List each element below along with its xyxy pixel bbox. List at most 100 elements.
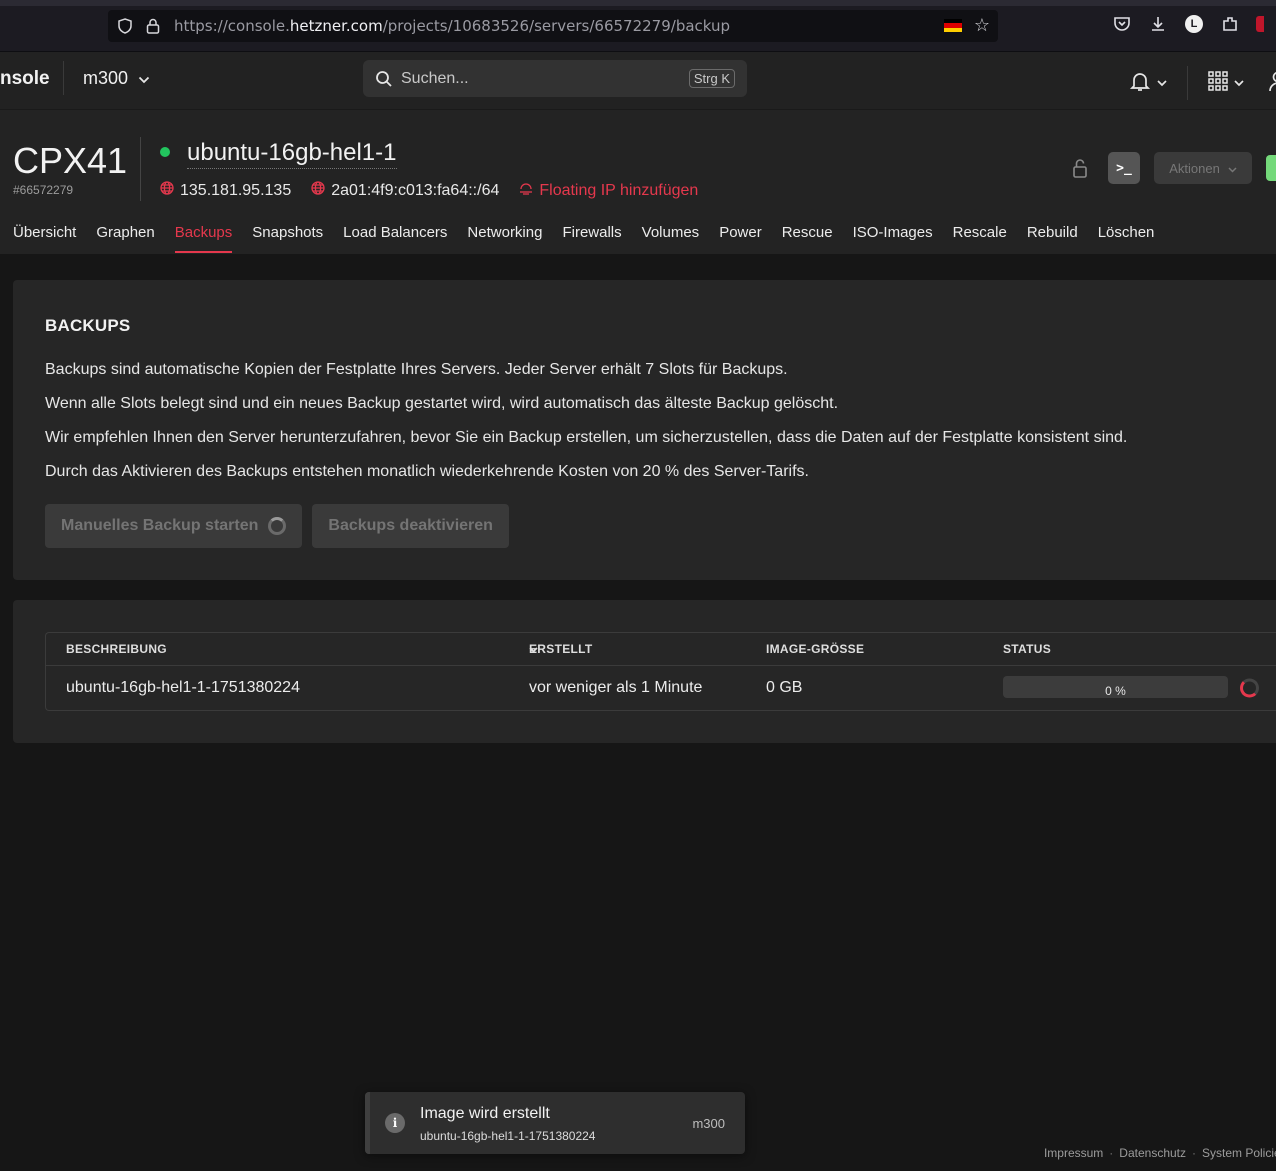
backup-description: ubuntu-16gb-hel1-1-1751380224 [66, 679, 300, 696]
footer-links: Impressum · Datenschutz · System Policie… [1044, 1146, 1276, 1160]
backup-size: 0 GB [766, 679, 803, 696]
console-logo[interactable]: nsole [0, 68, 50, 90]
extensions-icon[interactable] [1220, 14, 1240, 34]
search-shortcut-hint: Strg K [688, 69, 735, 88]
column-header-status: STATUS [1003, 642, 1052, 656]
tab-graphs[interactable]: Graphen [96, 224, 154, 254]
actions-dropdown[interactable]: Aktionen [1154, 152, 1252, 184]
address-bar[interactable]: https://console.hetzner.com/projects/106… [108, 10, 998, 42]
project-switcher[interactable]: m300 [83, 68, 150, 89]
search-icon [375, 70, 393, 88]
sort-chevron-down-icon [529, 642, 538, 656]
chevron-down-icon [1234, 74, 1244, 92]
bell-icon [1129, 70, 1151, 97]
tab-backups[interactable]: Backups [174, 224, 232, 254]
browser-toolbar: https://console.hetzner.com/projects/106… [0, 0, 1276, 52]
server-header: CPX41 #66572279 ubuntu-16gb-hel1-1 135.1… [0, 110, 1276, 254]
tab-rescue[interactable]: Rescue [782, 224, 833, 254]
header-divider [63, 61, 64, 95]
backup-progress-label: 0 % [1105, 684, 1126, 698]
start-manual-backup-label: Manuelles Backup starten [61, 517, 259, 534]
toast-subtitle: ubuntu-16gb-hel1-1-1751380224 [420, 1129, 596, 1143]
server-type: CPX41 [13, 140, 128, 181]
chevron-down-icon [138, 68, 150, 89]
extension-shield-icon[interactable] [1256, 14, 1264, 34]
tab-overview[interactable]: Übersicht [13, 224, 76, 254]
console-button[interactable]: >_ [1108, 152, 1140, 184]
tab-networking[interactable]: Networking [467, 224, 542, 254]
pocket-icon[interactable] [1112, 14, 1132, 34]
header-divider [1187, 66, 1188, 100]
backups-description-line: Wenn alle Slots belegt sind und ein neue… [45, 395, 839, 412]
backup-created: vor weniger als 1 Minute [529, 679, 703, 696]
server-tabs: Übersicht Graphen Backups Snapshots Load… [13, 224, 1154, 254]
tab-rebuild[interactable]: Rebuild [1027, 224, 1078, 254]
backups-description-line: Backups sind automatische Kopien der Fes… [45, 361, 788, 378]
backups-description-line: Wir empfehlen Ihnen den Server herunterz… [45, 429, 1128, 446]
backup-progress-bar: 0 % [1003, 676, 1228, 698]
backups-table-panel: BESCHREIBUNG ERSTELLT IMAGE-GRÖSSE STATU… [13, 600, 1276, 743]
lock-icon[interactable] [1066, 152, 1094, 184]
tab-iso-images[interactable]: ISO-Images [853, 224, 933, 254]
column-header-image-size[interactable]: IMAGE-GRÖSSE [766, 642, 864, 656]
add-floating-ip-link[interactable]: Floating IP hinzufügen [519, 181, 698, 200]
tab-snapshots[interactable]: Snapshots [252, 224, 323, 254]
loading-spinner-icon [1240, 678, 1259, 698]
grid-icon [1208, 70, 1228, 96]
footer-separator: · [1192, 1146, 1196, 1160]
disable-backups-button[interactable]: Backups deaktivieren [312, 504, 509, 548]
chevron-down-icon [1228, 161, 1237, 176]
backups-table: BESCHREIBUNG ERSTELLT IMAGE-GRÖSSE STATU… [45, 632, 1276, 711]
tab-firewalls[interactable]: Firewalls [562, 224, 621, 254]
server-id: #66572279 [13, 183, 74, 197]
toast-notification[interactable]: i Image wird erstellt ubuntu-16gb-hel1-1… [365, 1092, 745, 1154]
toast-title: Image wird erstellt [420, 1105, 550, 1122]
profile-avatar-icon[interactable]: L [1184, 14, 1204, 34]
notifications-button[interactable] [1129, 70, 1167, 97]
shield-icon[interactable] [116, 17, 134, 35]
lock-icon[interactable] [144, 17, 162, 35]
table-header: BESCHREIBUNG ERSTELLT IMAGE-GRÖSSE STATU… [46, 633, 1276, 666]
footer-link-impressum[interactable]: Impressum [1044, 1146, 1103, 1160]
backups-description-line: Durch das Aktivieren des Backups entsteh… [45, 463, 809, 480]
loading-spinner-icon [268, 517, 287, 535]
tab-volumes[interactable]: Volumes [642, 224, 700, 254]
chevron-down-icon [1157, 74, 1167, 92]
bookmark-star-icon[interactable]: ☆ [974, 15, 990, 36]
germany-flag-icon[interactable] [944, 19, 962, 32]
tab-power[interactable]: Power [719, 224, 762, 254]
user-icon[interactable] [1268, 70, 1276, 97]
project-name: m300 [83, 68, 129, 88]
footer-link-privacy[interactable]: Datenschutz [1119, 1146, 1186, 1160]
app-header: nsole m300 Suchen... Strg K [0, 52, 1276, 110]
floating-ip-icon [519, 181, 533, 200]
start-manual-backup-button[interactable]: Manuelles Backup starten [45, 504, 303, 548]
ipv4-address[interactable]: 135.181.95.135 [160, 181, 291, 200]
toast-project: m300 [692, 1116, 725, 1131]
server-name[interactable]: ubuntu-16gb-hel1-1 [187, 139, 397, 169]
column-header-description[interactable]: BESCHREIBUNG [66, 642, 167, 656]
search-placeholder: Suchen... [401, 69, 469, 87]
server-status-indicator [160, 147, 170, 157]
info-icon: i [385, 1113, 405, 1133]
table-row[interactable]: ubuntu-16gb-hel1-1-1751380224 vor wenige… [46, 666, 1276, 710]
footer-separator: · [1109, 1146, 1114, 1160]
apps-menu-button[interactable] [1208, 70, 1244, 96]
search-input[interactable]: Suchen... Strg K [363, 60, 747, 97]
tab-rescale[interactable]: Rescale [953, 224, 1007, 254]
toast-accent-bar [365, 1092, 370, 1154]
footer-link-system-policies[interactable]: System Policies [1202, 1146, 1276, 1160]
download-icon[interactable] [1148, 14, 1168, 34]
url-text[interactable]: https://console.hetzner.com/projects/106… [174, 17, 730, 35]
section-title: BACKUPS [45, 316, 131, 335]
browser-tab-strip [0, 0, 1276, 6]
backups-info-panel: BACKUPS Backups sind automatische Kopien… [13, 280, 1276, 580]
disable-backups-label: Backups deaktivieren [328, 517, 493, 534]
header-divider [140, 137, 141, 201]
power-toggle[interactable] [1266, 155, 1276, 181]
tab-load-balancers[interactable]: Load Balancers [343, 224, 447, 254]
globe-icon [311, 181, 325, 200]
tab-delete[interactable]: Löschen [1098, 224, 1155, 254]
globe-icon [160, 181, 174, 200]
ipv6-address[interactable]: 2a01:4f9:c013:fa64::/64 [311, 181, 499, 200]
